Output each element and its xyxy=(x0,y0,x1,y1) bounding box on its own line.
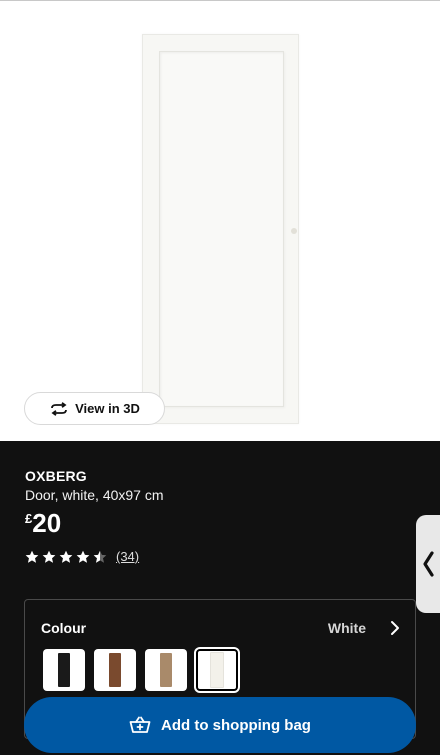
review-count-link[interactable]: (34) xyxy=(116,549,139,564)
chevron-right-icon[interactable] xyxy=(389,620,401,636)
side-drawer-tab[interactable] xyxy=(416,515,440,613)
star-full-icon xyxy=(42,550,56,563)
star-rating xyxy=(25,550,107,564)
product-image-area[interactable]: View in 3D xyxy=(0,1,440,441)
view-in-3d-label: View in 3D xyxy=(75,401,140,416)
view-in-3d-button[interactable]: View in 3D xyxy=(24,392,165,425)
swatch-door-thumbnail xyxy=(58,653,70,687)
price-currency: £ xyxy=(25,511,33,526)
door-knob xyxy=(291,228,297,234)
colour-swatch-black[interactable] xyxy=(43,649,85,691)
door-panel xyxy=(159,51,284,407)
product-price: £20 xyxy=(25,510,61,536)
rotate-3d-icon xyxy=(51,401,67,416)
star-half-icon xyxy=(93,550,107,563)
product-brand: OXBERG xyxy=(25,468,87,484)
rating[interactable]: (34) xyxy=(25,549,139,564)
product-image xyxy=(142,34,299,424)
selected-colour-value: White xyxy=(327,620,366,636)
colour-swatch-oak[interactable] xyxy=(145,649,187,691)
colour-swatch-white[interactable] xyxy=(196,649,238,691)
swatch-door-thumbnail xyxy=(109,653,121,687)
chevron-left-icon xyxy=(423,551,434,577)
star-full-icon xyxy=(76,550,90,563)
swatch-door-thumbnail xyxy=(210,652,224,688)
star-full-icon xyxy=(59,550,73,563)
product-description: Door, white, 40x97 cm xyxy=(25,487,164,503)
add-to-shopping-bag-button[interactable]: Add to shopping bag xyxy=(24,697,416,753)
swatch-door-thumbnail xyxy=(160,653,172,687)
price-amount: 20 xyxy=(32,508,62,538)
product-info-panel: OXBERG Door, white, 40x97 cm £20 (34) Co… xyxy=(0,441,440,755)
colour-label: Colour xyxy=(41,620,87,636)
shopping-bag-icon xyxy=(129,716,151,733)
colour-swatch-brown-walnut[interactable] xyxy=(94,649,136,691)
star-full-icon xyxy=(25,550,39,563)
add-to-shopping-bag-label: Add to shopping bag xyxy=(161,716,311,734)
